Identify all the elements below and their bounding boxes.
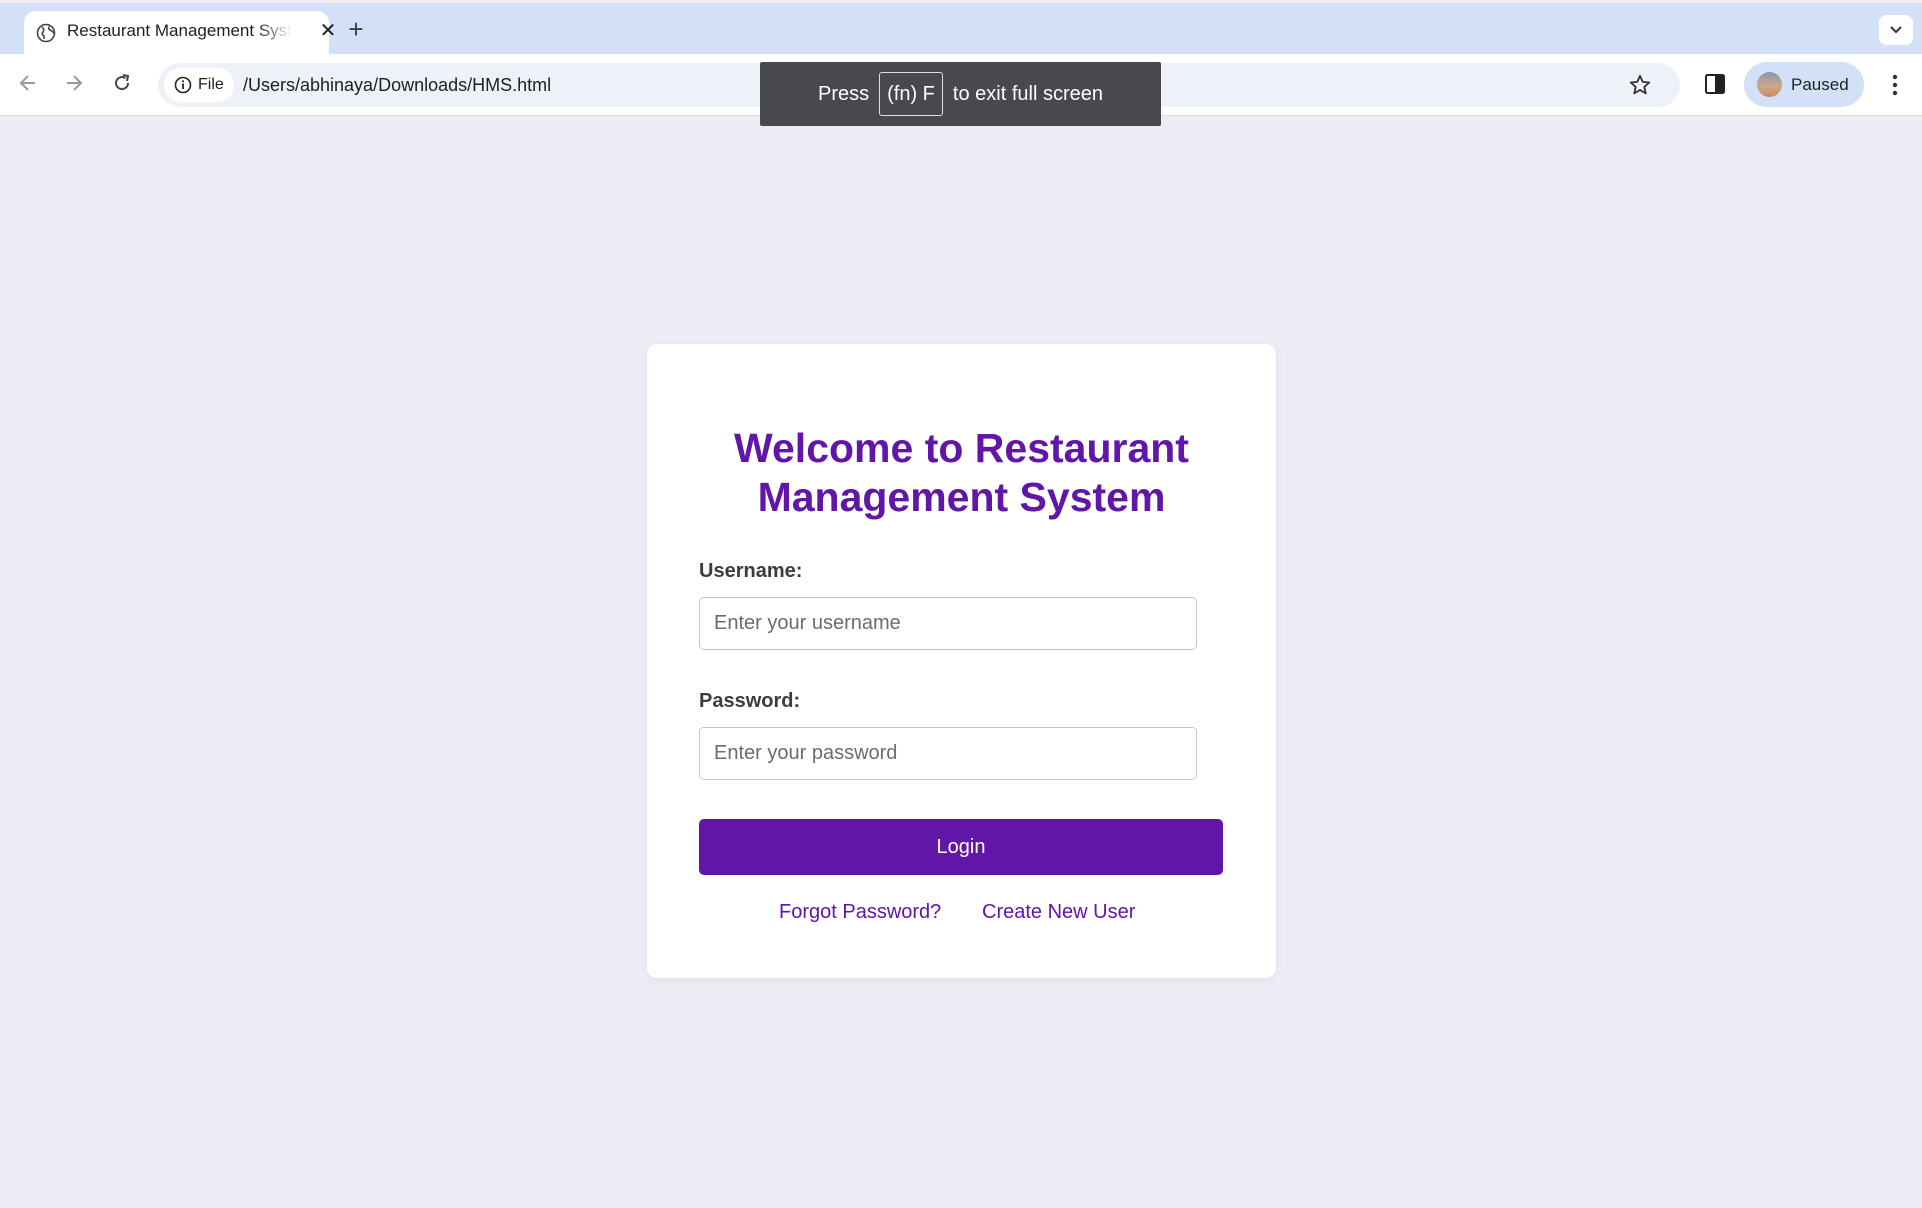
forward-button[interactable]	[59, 68, 89, 98]
reload-icon	[115, 74, 130, 91]
tab-strip: Restaurant Management System ✕ +	[0, 3, 1922, 57]
kebab-menu-icon	[1892, 74, 1898, 96]
globe-icon	[36, 23, 56, 43]
profile-status-label: Paused	[1791, 75, 1849, 94]
tab-search-button[interactable]	[1879, 15, 1913, 45]
tab-close-icon[interactable]: ✕	[317, 20, 339, 42]
page-title: Welcome to Restaurant Management System	[734, 425, 1189, 520]
url-text[interactable]: /Users/abhinaya/Downloads/HMS.html	[243, 63, 551, 107]
profile-button[interactable]: Paused	[1744, 62, 1864, 107]
password-label: Password:	[699, 690, 801, 712]
login-button[interactable]: Login	[699, 819, 1223, 875]
star-icon[interactable]	[1628, 73, 1652, 97]
browser-window: Restaurant Management System ✕ + File /U…	[0, 0, 1922, 1208]
tab-title: Restaurant Management System	[67, 21, 292, 40]
toast-prefix: Press	[818, 82, 870, 105]
chevron-down-icon	[1890, 26, 1902, 34]
back-button[interactable]	[13, 68, 43, 98]
password-input[interactable]	[699, 727, 1197, 780]
browser-menu-button[interactable]	[1880, 68, 1910, 102]
toast-key: (fn) F	[879, 72, 943, 116]
info-icon	[174, 76, 192, 94]
reload-button[interactable]	[107, 68, 137, 98]
username-label: Username:	[699, 560, 803, 582]
create-new-user-link[interactable]: Create New User	[982, 901, 1135, 924]
new-tab-button[interactable]: +	[343, 16, 369, 42]
toast-suffix: to exit full screen	[952, 82, 1103, 105]
login-card: Welcome to Restaurant Management System …	[647, 344, 1276, 978]
fullscreen-exit-toast: Press (fn) F to exit full screen	[760, 62, 1161, 126]
file-chip-label: File	[198, 76, 224, 93]
avatar	[1757, 72, 1782, 97]
arrow-left-icon	[19, 75, 35, 91]
site-info-chip[interactable]: File	[164, 68, 234, 102]
username-input[interactable]	[699, 597, 1197, 650]
side-panel-icon[interactable]	[1703, 72, 1727, 96]
tab-restaurant-management[interactable]: Restaurant Management System ✕	[24, 11, 336, 57]
forgot-password-link[interactable]: Forgot Password?	[779, 901, 941, 924]
arrow-right-icon	[67, 75, 83, 91]
